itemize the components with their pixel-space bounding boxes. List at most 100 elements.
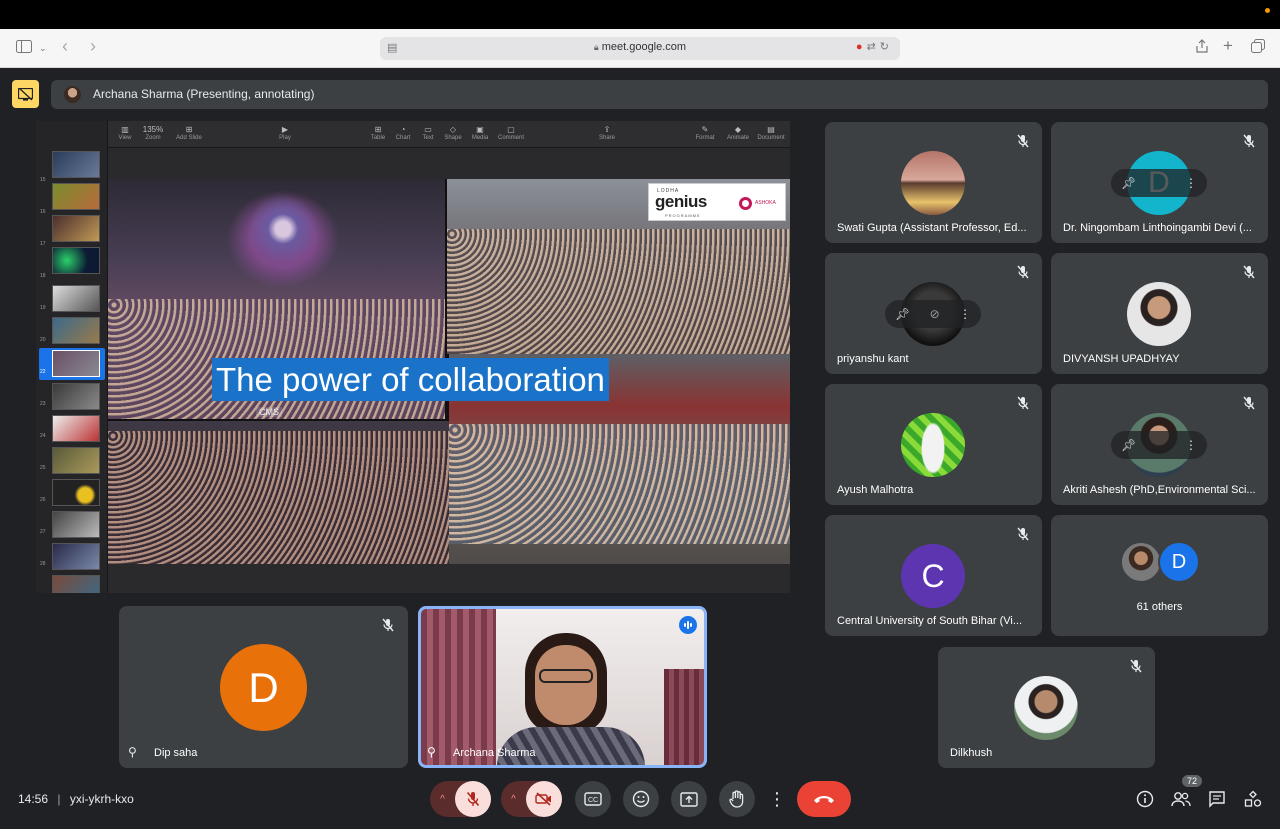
participant-avatar xyxy=(901,151,965,215)
participant-tile[interactable]: DIVYANSH UPADHYAY xyxy=(1051,253,1268,374)
browser-toolbar: ⌄ ‹ › ▤ 🔒︎ meet.google.com ●⇄↻ + xyxy=(0,29,1280,68)
address-bar[interactable]: ▤ 🔒︎ meet.google.com ●⇄↻ xyxy=(380,37,900,60)
forward-icon[interactable]: › xyxy=(90,36,96,56)
people-icon[interactable] xyxy=(1171,789,1191,809)
sidebar-toggle-icon[interactable] xyxy=(16,38,32,58)
presenter-avatar xyxy=(64,86,81,103)
tile-hover-controls[interactable]: 📌︎ ⋮ xyxy=(1111,431,1207,459)
mic-off-icon xyxy=(380,617,396,633)
more-options-icon[interactable]: ⋮ xyxy=(959,307,971,321)
participant-name: Swati Gupta (Assistant Professor, Ed... xyxy=(837,222,1027,234)
meeting-details-icon[interactable] xyxy=(1135,789,1155,809)
share-icon[interactable] xyxy=(1196,38,1208,58)
slide-thumbnail[interactable] xyxy=(52,543,100,570)
captions-button[interactable]: CC xyxy=(575,781,611,817)
participant-tile[interactable]: 📌︎ ⊘ ⋮ priyanshu kant xyxy=(825,253,1042,374)
participant-tile[interactable]: Dilkhush xyxy=(938,647,1155,768)
slide-thumbnail[interactable] xyxy=(52,215,100,242)
comment-button[interactable]: ▢ Comment xyxy=(494,125,528,141)
reactions-button[interactable] xyxy=(623,781,659,817)
more-options-button[interactable]: ⋮ xyxy=(767,781,787,817)
slide-thumbnail[interactable] xyxy=(52,151,100,178)
stop-presenting-icon[interactable] xyxy=(12,80,39,108)
format-button[interactable]: ✎ Format xyxy=(688,125,722,141)
slide-thumbnail[interactable] xyxy=(52,247,100,274)
speaker-glasses xyxy=(539,669,593,683)
chevron-down-icon[interactable]: ⌄ xyxy=(39,38,47,58)
slide-thumbnail[interactable] xyxy=(52,447,100,474)
meeting-code[interactable]: yxi-ykrh-kxo xyxy=(70,792,134,806)
participant-tile[interactable]: Ayush Malhotra xyxy=(825,384,1042,505)
leave-call-button[interactable] xyxy=(797,781,851,817)
add-slide-button[interactable]: ⊞ Add Slide xyxy=(172,125,206,141)
participant-tile[interactable]: Swati Gupta (Assistant Professor, Ed... xyxy=(825,122,1042,243)
media-button[interactable]: ▣ Media xyxy=(463,125,497,141)
shared-screen[interactable]: 15 16 17 18 19 20 22 23 24 25 26 27 28 ▥… xyxy=(36,121,790,593)
new-tab-icon[interactable]: + xyxy=(1223,36,1233,56)
camera-control[interactable]: ^ xyxy=(501,781,562,817)
active-speaker-tile[interactable]: ⚲ Archana Sharma xyxy=(418,606,707,768)
participant-tile[interactable]: D 📌︎ ⋮ Dr. Ningombam Linthoingambi Devi … xyxy=(1051,122,1268,243)
participant-tile[interactable]: C Central University of South Bihar (Vi.… xyxy=(825,515,1042,636)
translate-icon[interactable]: ⇄ xyxy=(867,41,880,53)
chevron-up-icon[interactable]: ^ xyxy=(430,794,455,805)
back-icon[interactable]: ‹ xyxy=(62,36,68,56)
participant-avatar: D xyxy=(220,644,307,731)
tab-overview-icon[interactable] xyxy=(1251,38,1265,58)
more-options-icon[interactable]: ⋮ xyxy=(1185,176,1197,190)
more-options-icon[interactable]: ⋮ xyxy=(1185,438,1197,452)
animate-button[interactable]: ◆ Animate xyxy=(721,125,755,141)
slide-thumbnail[interactable] xyxy=(52,317,100,344)
pin-icon[interactable]: 📌︎ xyxy=(1121,438,1136,452)
participant-tile[interactable]: D ⚲ Dip saha xyxy=(119,606,408,768)
speaker-face xyxy=(535,645,597,725)
tile-hover-controls[interactable]: 📌︎ ⋮ xyxy=(1111,169,1207,197)
participant-avatar xyxy=(1120,541,1162,583)
mic-off-icon xyxy=(1241,264,1257,280)
document-button[interactable]: ▤ Document xyxy=(754,125,788,141)
participant-avatar: D xyxy=(1158,541,1200,583)
slide-thumbnail[interactable] xyxy=(52,383,100,410)
slide-number: 20 xyxy=(40,337,46,343)
animate-icon: ◆ xyxy=(734,125,742,134)
participant-name: Ayush Malhotra xyxy=(837,484,914,496)
curtain-background xyxy=(664,669,704,765)
pin-icon[interactable]: 📌︎ xyxy=(1121,176,1136,190)
present-button[interactable] xyxy=(671,781,707,817)
collaboration-photo-3 xyxy=(108,421,449,564)
slide-title: The power of collaboration xyxy=(212,358,609,401)
mic-off-button[interactable] xyxy=(455,781,491,817)
present-screen-icon xyxy=(680,791,698,807)
slide-thumbnail[interactable] xyxy=(52,285,100,312)
activities-icon[interactable] xyxy=(1243,789,1263,809)
pin-icon[interactable]: 📌︎ xyxy=(895,307,910,321)
tile-hover-controls[interactable]: 📌︎ ⊘ ⋮ xyxy=(885,300,981,328)
slide-thumbnail-selected[interactable] xyxy=(52,350,100,377)
camera-off-button[interactable] xyxy=(526,781,562,817)
microphone-control[interactable]: ^ xyxy=(430,781,491,817)
slide-number: 19 xyxy=(40,305,46,311)
play-button[interactable]: ▶ Play xyxy=(268,125,302,141)
separator: | xyxy=(57,792,61,806)
slide-thumbnail[interactable] xyxy=(52,575,100,593)
clock: 14:56 xyxy=(18,792,49,806)
others-count-label: 61 others xyxy=(1136,601,1183,613)
participant-count-badge: 72 xyxy=(1182,775,1203,787)
slide-thumbnail[interactable] xyxy=(52,511,100,538)
slide-thumbnail[interactable] xyxy=(52,479,100,506)
lodha-genius-ashoka-logo: LODHA genius PROGRAMME ASHOKA xyxy=(648,183,786,221)
slide-thumbnail[interactable] xyxy=(52,183,100,210)
others-tile[interactable]: D 61 others xyxy=(1051,515,1268,636)
microphone-in-use-icon[interactable]: ● xyxy=(856,41,867,53)
chevron-up-icon[interactable]: ^ xyxy=(501,794,526,805)
participant-tile[interactable]: 📌︎ ⋮ Akriti Ashesh (PhD,Environmental Sc… xyxy=(1051,384,1268,505)
slide-thumbnail[interactable] xyxy=(52,415,100,442)
reload-icon[interactable]: ↻ xyxy=(880,41,893,53)
presenter-label: Archana Sharma (Presenting, annotating) xyxy=(93,87,315,101)
current-slide[interactable]: LODHA genius PROGRAMME ASHOKA The power … xyxy=(108,179,790,564)
chat-icon[interactable] xyxy=(1207,789,1227,809)
zoom-button[interactable]: 135% Zoom xyxy=(136,125,170,141)
share-button[interactable]: ⇪ Share xyxy=(590,125,624,141)
raise-hand-button[interactable] xyxy=(719,781,755,817)
mic-off-icon xyxy=(1128,658,1144,674)
